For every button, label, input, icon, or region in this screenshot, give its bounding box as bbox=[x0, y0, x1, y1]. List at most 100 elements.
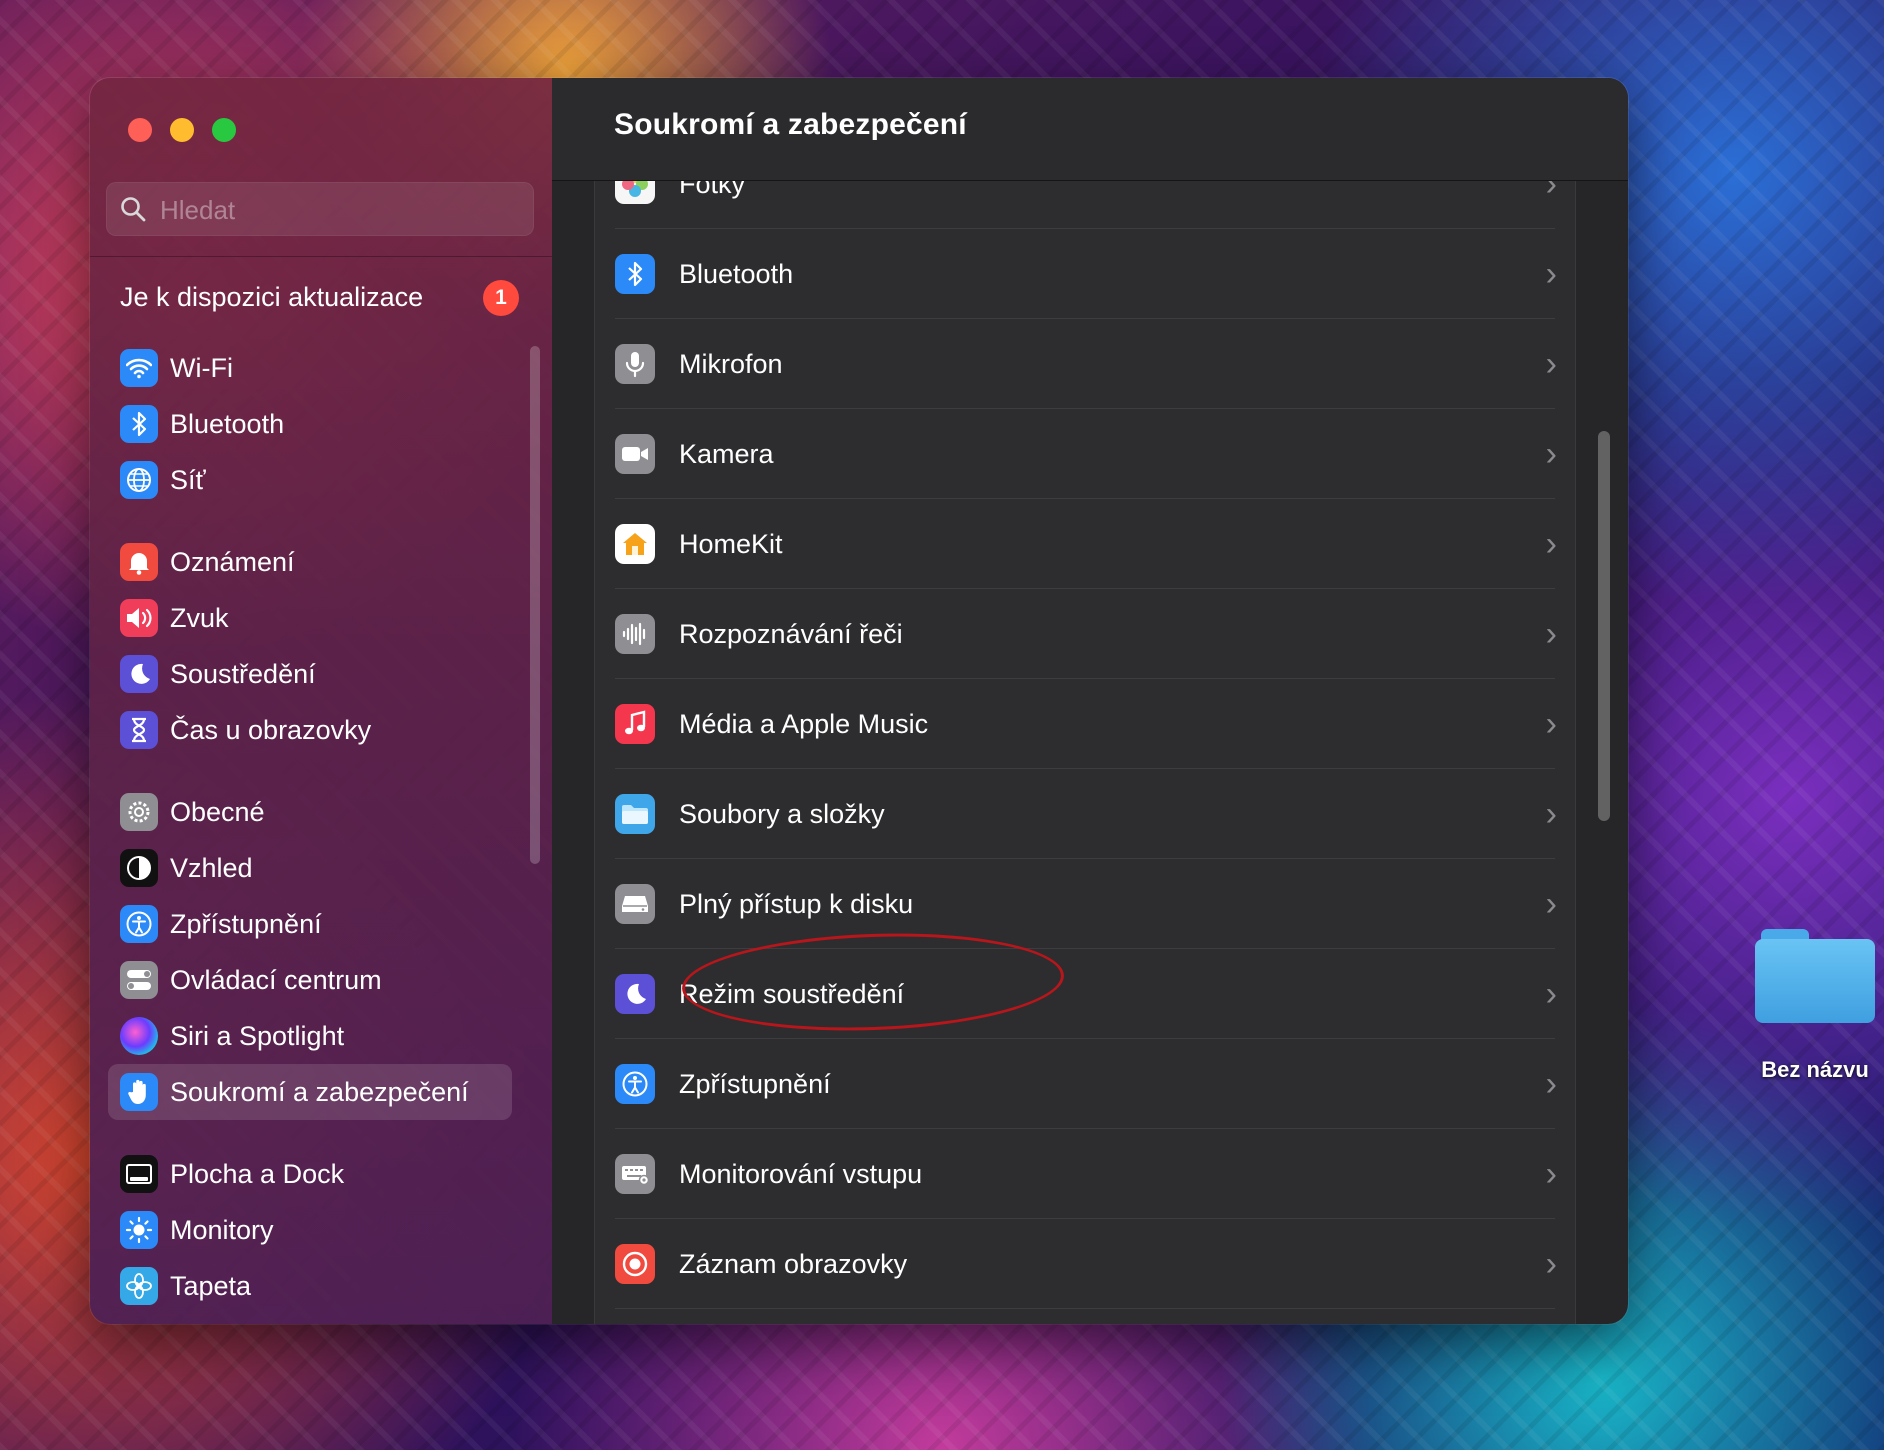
desktop-folder[interactable]: Bez názvu bbox=[1750, 925, 1880, 1083]
sidebar-item-label: Oznámení bbox=[170, 546, 295, 577]
minimize-button[interactable] bbox=[170, 118, 194, 142]
sidebar-item-sound[interactable]: Zvuk bbox=[108, 590, 512, 646]
sidebar-item-desktop-dock[interactable]: Plocha a Dock bbox=[108, 1146, 512, 1202]
page-title: Soukromí a zabezpečení bbox=[614, 108, 967, 141]
row-focus-mode[interactable]: Režim soustředění › bbox=[595, 949, 1575, 1039]
toolbar: Soukromí a zabezpečení bbox=[552, 78, 1628, 181]
sidebar-divider bbox=[90, 256, 552, 257]
sidebar-item-accessibility[interactable]: Zpřístupnění bbox=[108, 896, 512, 952]
appearance-icon bbox=[120, 849, 158, 887]
update-label: Je k dispozici aktualizace bbox=[120, 281, 424, 312]
sun-icon bbox=[120, 1211, 158, 1249]
sidebar-item-label: Soustředění bbox=[170, 658, 316, 689]
row-screen-recording[interactable]: Záznam obrazovky › bbox=[595, 1219, 1575, 1309]
privacy-list: Fotky › Bluetooth › Mikrofon › Kamera › … bbox=[594, 181, 1576, 1324]
sidebar-item-notifications[interactable]: Oznámení bbox=[108, 534, 512, 590]
folder-icon bbox=[615, 794, 655, 834]
flower-icon bbox=[120, 1267, 158, 1305]
row-label: Záznam obrazovky bbox=[679, 1248, 908, 1279]
sidebar-item-label: Zvuk bbox=[170, 602, 229, 633]
sidebar-item-label: Síť bbox=[170, 464, 206, 495]
update-available-item[interactable]: Je k dispozici aktualizace 1 bbox=[120, 272, 520, 322]
desktop-folder-label: Bez názvu bbox=[1761, 1057, 1869, 1082]
row-speech-recognition[interactable]: Rozpoznávání řeči › bbox=[595, 589, 1575, 679]
row-full-disk-access[interactable]: Plný přístup k disku › bbox=[595, 859, 1575, 949]
chevron-right-icon: › bbox=[1545, 525, 1557, 563]
sidebar-item-label: Plocha a Dock bbox=[170, 1158, 345, 1189]
sidebar-item-general[interactable]: Obecné bbox=[108, 784, 512, 840]
wifi-icon bbox=[120, 349, 158, 387]
sidebar-item-siri[interactable]: Siri a Spotlight bbox=[108, 1008, 512, 1064]
chevron-right-icon: › bbox=[1545, 255, 1557, 293]
sidebar-item-label: Ovládací centrum bbox=[170, 964, 382, 995]
row-accessibility[interactable]: Zpřístupnění › bbox=[595, 1039, 1575, 1129]
chevron-right-icon: › bbox=[1545, 1245, 1557, 1283]
sidebar-item-label: Bluetooth bbox=[170, 408, 285, 439]
zoom-button[interactable] bbox=[212, 118, 236, 142]
speaker-icon bbox=[120, 599, 158, 637]
waveform-icon bbox=[615, 614, 655, 654]
sidebar-scrollbar[interactable] bbox=[530, 346, 540, 864]
window-controls bbox=[128, 118, 236, 142]
accessibility-icon bbox=[615, 1064, 655, 1104]
row-label: Zpřístupnění bbox=[679, 1068, 831, 1099]
row-files-folders[interactable]: Soubory a složky › bbox=[595, 769, 1575, 859]
sidebar-item-wifi[interactable]: Wi-Fi bbox=[108, 340, 512, 396]
close-button[interactable] bbox=[128, 118, 152, 142]
row-label: Plný přístup k disku bbox=[679, 888, 914, 919]
row-label: Bluetooth bbox=[679, 258, 794, 289]
bluetooth-icon bbox=[615, 254, 655, 294]
row-media-apple-music[interactable]: Média a Apple Music › bbox=[595, 679, 1575, 769]
chevron-right-icon: › bbox=[1545, 615, 1557, 653]
sidebar-item-label: Obecné bbox=[170, 796, 265, 827]
chevron-right-icon: › bbox=[1545, 885, 1557, 923]
row-label: Rozpoznávání řeči bbox=[679, 618, 903, 649]
sidebar-item-network[interactable]: Síť bbox=[108, 452, 512, 508]
sidebar-item-screen-time[interactable]: Čas u obrazovky bbox=[108, 702, 512, 758]
chevron-right-icon: › bbox=[1545, 1065, 1557, 1103]
sidebar-item-appearance[interactable]: Vzhled bbox=[108, 840, 512, 896]
row-microphone[interactable]: Mikrofon › bbox=[595, 319, 1575, 409]
siri-icon bbox=[120, 1017, 158, 1055]
row-camera[interactable]: Kamera › bbox=[595, 409, 1575, 499]
row-label: Režim soustředění bbox=[679, 978, 905, 1009]
row-photos[interactable]: Fotky › bbox=[595, 181, 1575, 229]
hourglass-icon bbox=[120, 711, 158, 749]
chevron-right-icon: › bbox=[1545, 1155, 1557, 1193]
keyboard-icon bbox=[615, 1154, 655, 1194]
row-label: Soubory a složky bbox=[679, 798, 885, 829]
row-homekit[interactable]: HomeKit › bbox=[595, 499, 1575, 589]
sidebar-item-label: Tapeta bbox=[170, 1270, 252, 1301]
microphone-icon bbox=[615, 344, 655, 384]
moon-icon bbox=[120, 655, 158, 693]
chevron-right-icon: › bbox=[1545, 975, 1557, 1013]
main-scroll-area[interactable]: Fotky › Bluetooth › Mikrofon › Kamera › … bbox=[552, 181, 1628, 1324]
sidebar-item-focus[interactable]: Soustředění bbox=[108, 646, 512, 702]
sidebar-item-privacy-security[interactable]: Soukromí a zabezpečení bbox=[108, 1064, 512, 1120]
sidebar: Je k dispozici aktualizace 1 Wi-Fi Bluet… bbox=[90, 78, 553, 1324]
disk-icon bbox=[615, 884, 655, 924]
chevron-right-icon: › bbox=[1545, 795, 1557, 833]
sidebar-item-control-center[interactable]: Ovládací centrum bbox=[108, 952, 512, 1008]
bell-icon bbox=[120, 543, 158, 581]
sidebar-item-wallpaper[interactable]: Tapeta bbox=[108, 1258, 512, 1314]
music-note-icon bbox=[615, 704, 655, 744]
sidebar-item-label: Monitory bbox=[170, 1214, 274, 1245]
record-icon bbox=[615, 1244, 655, 1284]
folder-icon bbox=[1755, 925, 1875, 1025]
chevron-right-icon: › bbox=[1545, 705, 1557, 743]
row-input-monitoring[interactable]: Monitorování vstupu › bbox=[595, 1129, 1575, 1219]
sidebar-item-label: Wi-Fi bbox=[170, 352, 233, 383]
main-scrollbar[interactable] bbox=[1598, 431, 1610, 821]
main-panel: Fotky › Bluetooth › Mikrofon › Kamera › … bbox=[552, 78, 1628, 1324]
search-input[interactable] bbox=[158, 182, 522, 238]
toggles-icon bbox=[120, 961, 158, 999]
sidebar-item-bluetooth[interactable]: Bluetooth bbox=[108, 396, 512, 452]
row-label: HomeKit bbox=[679, 528, 783, 559]
update-badge: 1 bbox=[483, 280, 519, 316]
row-bluetooth[interactable]: Bluetooth › bbox=[595, 229, 1575, 319]
sidebar-item-displays[interactable]: Monitory bbox=[108, 1202, 512, 1258]
sidebar-item-label: Čas u obrazovky bbox=[170, 714, 372, 745]
chevron-right-icon: › bbox=[1545, 181, 1557, 203]
sidebar-list: Wi-Fi Bluetooth Síť Oznámení Zvuk Soustř… bbox=[108, 340, 512, 1314]
